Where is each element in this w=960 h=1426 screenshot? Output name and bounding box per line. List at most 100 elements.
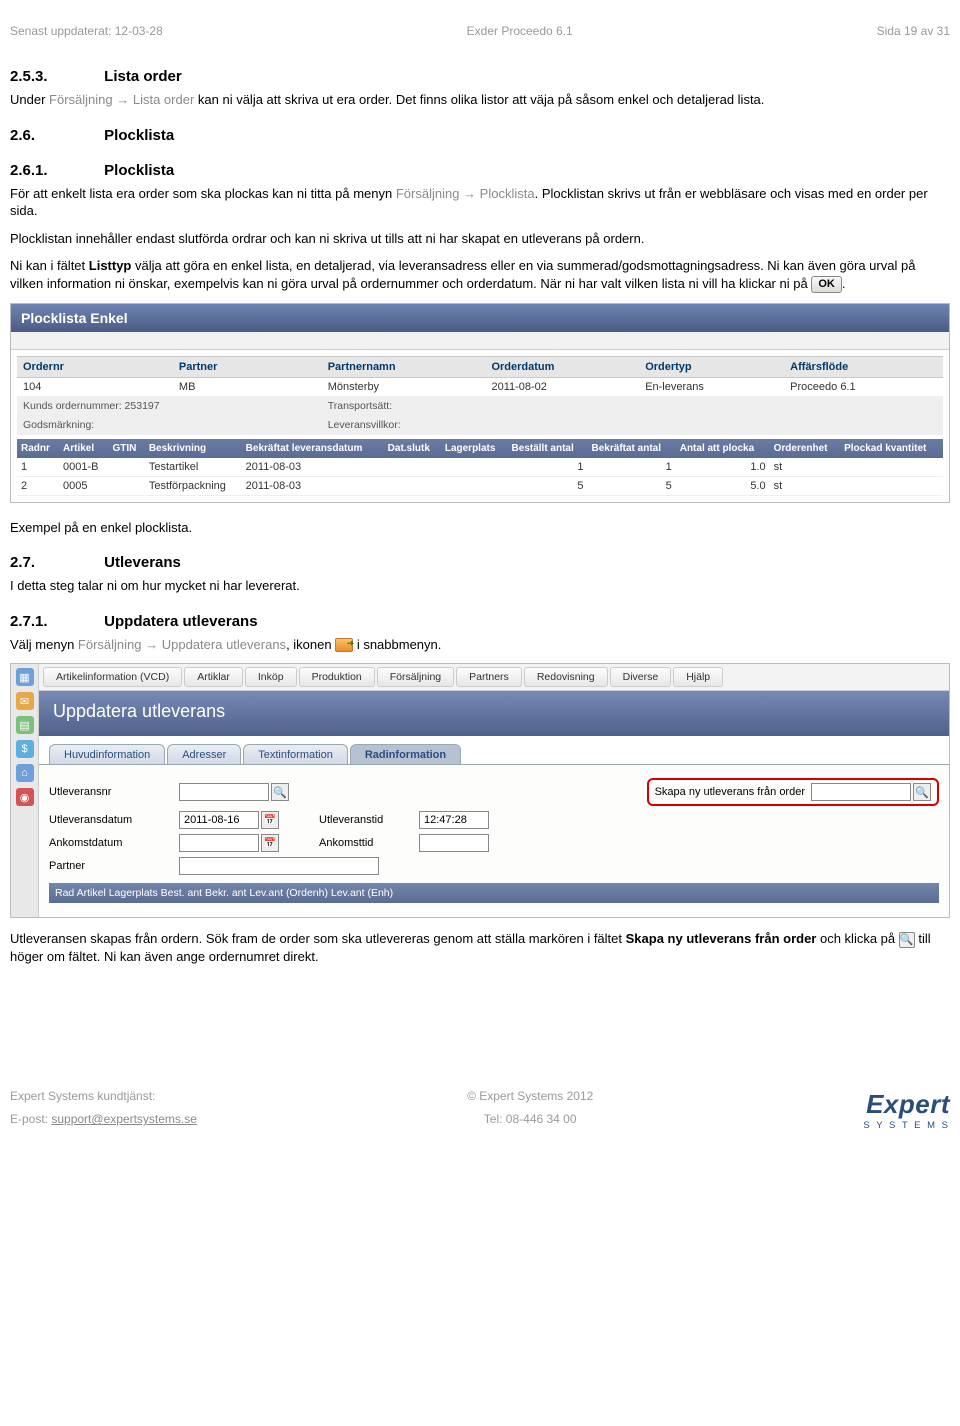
td	[441, 476, 508, 495]
screenshot-plocklista-enkel: Plocklista Enkel Ordernr Partner Partner…	[10, 303, 950, 503]
heading-27: 2.7. Utleverans	[10, 554, 950, 571]
th: Antal att plocka	[676, 439, 770, 458]
menu-item[interactable]: Artikelinformation (VCD)	[43, 667, 182, 687]
td: En-leverans	[639, 377, 784, 396]
arrow-icon: →	[113, 92, 133, 107]
menu-item[interactable]: Partners	[456, 667, 522, 687]
td: 1	[17, 458, 59, 477]
tab-adresser[interactable]: Adresser	[167, 744, 241, 764]
para-after-shot2: Utleveransen skapas från ordern. Sök fra…	[10, 930, 950, 965]
footer-email-link[interactable]: support@expertsystems.se	[51, 1112, 197, 1126]
sidebar-icon[interactable]: ⌂	[16, 764, 34, 782]
th: Bekräftat leveransdatum	[242, 439, 384, 458]
tab-huvudinformation[interactable]: Huvudinformation	[49, 744, 165, 764]
sidebar-icon[interactable]: ✉	[16, 692, 34, 710]
footer-line1: Expert Systems kundtjänst:	[10, 1085, 197, 1108]
secnum-26: 2.6.	[10, 127, 100, 144]
th: Plockad kvantitet	[840, 439, 943, 458]
secnum-271: 2.7.1.	[10, 613, 100, 630]
td: Leveransvillkor:	[322, 415, 943, 434]
para-271: Välj menyn Försäljning → Uppdatera utlev…	[10, 636, 950, 654]
th: Partnernamn	[322, 356, 486, 377]
input-utleveransnr[interactable]	[179, 783, 269, 801]
search-icon[interactable]: 🔍	[913, 783, 931, 801]
td: st	[770, 476, 840, 495]
tab-radinformation[interactable]: Radinformation	[350, 744, 461, 764]
sidebar-icon[interactable]: ▤	[16, 716, 34, 734]
td: 5.0	[676, 476, 770, 495]
td: 5	[508, 476, 588, 495]
th: Dat.slutk	[384, 439, 441, 458]
menu-item[interactable]: Artiklar	[184, 667, 243, 687]
table-row: 104 MB Mönsterby 2011-08-02 En-leverans …	[17, 377, 943, 396]
td: MB	[173, 377, 322, 396]
search-icon[interactable]: 🔍	[271, 783, 289, 801]
t: E-post:	[10, 1112, 51, 1126]
td	[384, 458, 441, 477]
td: Transportsätt:	[322, 396, 943, 415]
table-subrow: Godsmärkning: Leveransvillkor:	[17, 415, 943, 434]
order-summary-table: Ordernr Partner Partnernamn Orderdatum O…	[17, 356, 943, 435]
label-ankomstdatum: Ankomstdatum	[49, 837, 179, 849]
t: För att enkelt lista era order som ska p…	[10, 186, 396, 201]
sidebar-icon[interactable]: $	[16, 740, 34, 758]
logo-brand: Expert	[863, 1089, 950, 1120]
menu-item[interactable]: Diverse	[610, 667, 672, 687]
t: Ni kan i fältet	[10, 258, 89, 273]
t: Utleveransen skapas från ordern. Sök fra…	[10, 931, 626, 946]
tab-textinformation[interactable]: Textinformation	[243, 744, 348, 764]
input-ankomstdatum[interactable]	[179, 834, 259, 852]
td	[441, 458, 508, 477]
menu-item[interactable]: Inköp	[245, 667, 297, 687]
menu-item[interactable]: Produktion	[299, 667, 375, 687]
calendar-icon[interactable]: 📅	[261, 811, 279, 829]
td: 104	[17, 377, 173, 396]
input-utleveranstid[interactable]: 12:47:28	[419, 811, 489, 829]
menu-item[interactable]: Försäljning	[377, 667, 454, 687]
t: .	[842, 276, 846, 291]
sidebar-icon[interactable]: ◉	[16, 788, 34, 806]
input-utleveransdatum[interactable]: 2011-08-16	[179, 811, 259, 829]
sectitle-271: Uppdatera utleverans	[104, 613, 257, 630]
th: Affärsflöde	[784, 356, 943, 377]
t: och klicka på	[816, 931, 898, 946]
para-253: Under Försäljning → Lista order kan ni v…	[10, 91, 950, 109]
page-footer: Expert Systems kundtjänst: E-post: suppo…	[10, 1085, 950, 1131]
arrow-icon: →	[142, 637, 162, 652]
th: Artikel	[59, 439, 109, 458]
t: i snabbmenyn.	[353, 637, 441, 652]
input-skapa-order[interactable]	[811, 783, 911, 801]
secnum-27: 2.7.	[10, 554, 100, 571]
menu-item[interactable]: Hjälp	[673, 667, 723, 687]
t: Under	[10, 92, 49, 107]
sectitle-26: Plocklista	[104, 127, 174, 144]
heading-26: 2.6. Plocklista	[10, 127, 950, 144]
header-center: Exder Proceedo 6.1	[467, 24, 573, 38]
td: Mönsterby	[322, 377, 486, 396]
td: Testförpackning	[145, 476, 242, 495]
calendar-icon[interactable]: 📅	[261, 834, 279, 852]
menu-item[interactable]: Redovisning	[524, 667, 608, 687]
td	[840, 458, 943, 477]
sidebar-icon[interactable]: ▦	[16, 668, 34, 686]
th: Lagerplats	[441, 439, 508, 458]
td	[840, 476, 943, 495]
th: Partner	[173, 356, 322, 377]
link-forsaljning: Försäljning	[78, 637, 142, 652]
order-lines-table: Radnr Artikel GTIN Beskrivning Bekräftat…	[17, 439, 943, 496]
label-utleveranstid: Utleveranstid	[319, 814, 419, 826]
para-27: I detta steg talar ni om hur mycket ni h…	[10, 577, 950, 595]
footer-line2: E-post: support@expertsystems.se	[10, 1108, 197, 1131]
td: Kunds ordernummer: 253197	[17, 396, 322, 415]
truck-icon	[335, 638, 353, 652]
input-partner[interactable]	[179, 857, 379, 875]
header-left: Senast uppdaterat: 12-03-28	[10, 24, 163, 38]
sidebar: ▦ ✉ ▤ $ ⌂ ◉	[11, 664, 39, 917]
form-area: Utleveransnr 🔍 Skapa ny utleverans från …	[39, 764, 949, 917]
td	[384, 476, 441, 495]
td: Proceedo 6.1	[784, 377, 943, 396]
secnum-261: 2.6.1.	[10, 162, 100, 179]
label-ankomsttid: Ankomsttid	[319, 837, 419, 849]
input-ankomsttid[interactable]	[419, 834, 489, 852]
sectitle-27: Utleverans	[104, 554, 181, 571]
